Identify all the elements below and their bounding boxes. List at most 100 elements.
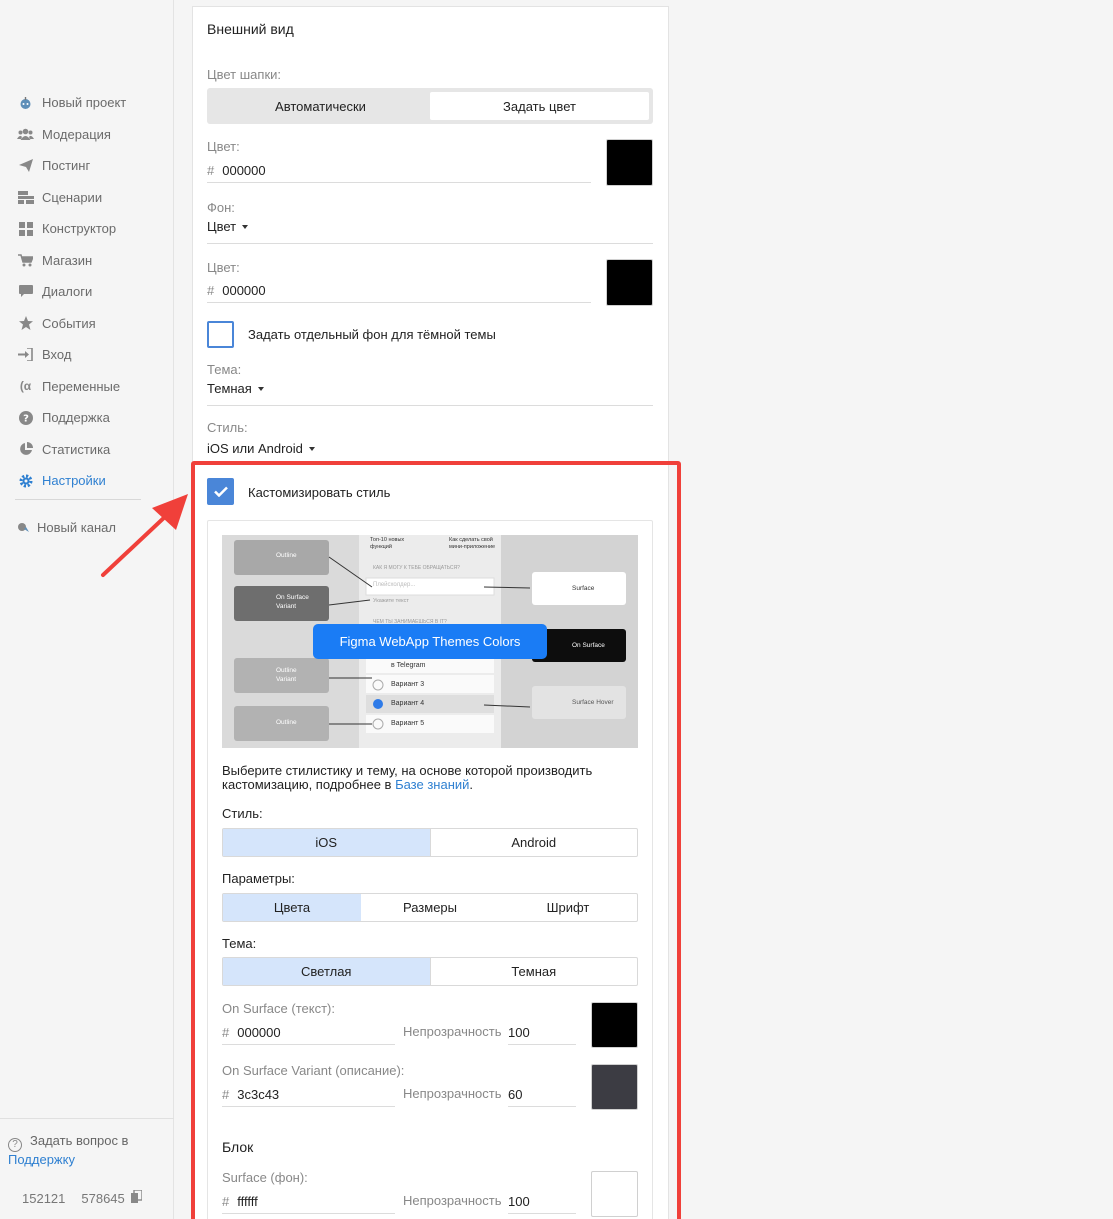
theme-light-button[interactable]: Светлая (223, 958, 431, 985)
caret-down-icon (242, 224, 249, 229)
bg-select[interactable]: Цвет (207, 219, 653, 244)
on-surface-field[interactable]: # 000000 (222, 1020, 395, 1045)
params-font-button[interactable]: Шрифт (499, 894, 637, 921)
preview-chip-outline-variant: Outline Variant (276, 667, 297, 683)
sidebar-item-label: Настройки (42, 473, 106, 489)
sidebar-item-label: События (42, 315, 96, 331)
copy-icon[interactable] (130, 1189, 143, 1206)
color2-label: Цвет: (207, 260, 240, 275)
preview-top-left: Топ-10 новых функций (370, 537, 405, 550)
preview-hint: Укажите текст (373, 598, 409, 604)
custom-style-label: Стиль: (222, 806, 263, 821)
custom-style-toggle: iOS Android (222, 828, 638, 857)
theme-select[interactable]: Темная (207, 381, 653, 406)
surface-input: ffffff (237, 1193, 258, 1209)
customize-style-label: Кастомизировать стиль (248, 485, 391, 500)
surface-field[interactable]: # ffffff (222, 1189, 395, 1214)
sidebar-item-shop[interactable]: Магазин (0, 245, 174, 277)
params-toggle: Цвета Размеры Шрифт (222, 893, 638, 922)
on-surface-input: 000000 (237, 1024, 281, 1040)
dark-bg-checkbox[interactable] (207, 321, 234, 348)
on-surface-variant-swatch[interactable] (591, 1064, 638, 1110)
on-surface-variant-input: 3c3c43 (237, 1086, 280, 1102)
bg-select-value: Цвет (207, 219, 237, 234)
sidebar-item-statistics[interactable]: Статистика (0, 434, 174, 466)
sidebar-item-label: Магазин (42, 252, 93, 268)
sidebar: Новый проект Модерация Постинг Сценарии … (0, 0, 174, 1219)
custom-theme-toggle: Светлая Темная (222, 957, 638, 986)
grid-icon (17, 221, 34, 236)
sidebar-item-support[interactable]: ? Поддержка (0, 402, 174, 434)
description-end: . (469, 777, 474, 792)
color2-swatch[interactable] (606, 259, 653, 306)
block-title: Блок (222, 1139, 254, 1155)
theme-select-value: Темная (207, 381, 252, 396)
params-sizes-button[interactable]: Размеры (361, 894, 499, 921)
header-color-set-button[interactable]: Задать цвет (430, 92, 649, 120)
header-color-toggle: Автоматически Задать цвет (207, 88, 653, 124)
params-label: Параметры: (222, 871, 295, 886)
gear-icon (17, 474, 34, 488)
on-surface-variant-field[interactable]: # 3c3c43 (222, 1082, 395, 1107)
sidebar-item-scenarios[interactable]: Сценарии (0, 182, 174, 214)
sidebar-bottom-divider (0, 1118, 174, 1119)
custom-theme-label: Тема: (222, 936, 257, 951)
sidebar-item-label: Модерация (42, 126, 111, 142)
customize-style-checkbox[interactable] (207, 478, 234, 505)
sidebar-nav: Новый проект Модерация Постинг Сценарии … (0, 87, 174, 497)
knowledge-base-link[interactable]: Базе знаний (395, 777, 469, 792)
help-support-link[interactable]: Поддержку (8, 1152, 75, 1167)
params-colors-button[interactable]: Цвета (223, 894, 361, 921)
theme-dark-button[interactable]: Темная (431, 958, 638, 985)
surface-opacity-field[interactable]: 100 (508, 1189, 576, 1214)
sidebar-item-moderation[interactable]: Модерация (0, 119, 174, 151)
check-icon (213, 486, 228, 497)
surface-label: Surface (фон): (222, 1170, 308, 1185)
sidebar-item-label: Постинг (42, 158, 91, 174)
sidebar-item-label: Конструктор (42, 221, 117, 237)
on-surface-swatch[interactable] (591, 1002, 638, 1048)
customization-description: Выберите стилистику и тему, на основе ко… (222, 764, 632, 792)
sidebar-item-login[interactable]: Вход (0, 339, 174, 371)
dark-bg-checkbox-label: Задать отдельный фон для тёмной темы (248, 327, 496, 342)
hash-prefix: # (207, 282, 215, 298)
preview-option-3: Вариант 4 (391, 700, 425, 707)
color-swatch[interactable] (606, 139, 653, 186)
sidebar-item-variables[interactable]: (α Переменные (0, 371, 174, 403)
style-select[interactable]: iOS или Android (207, 441, 315, 456)
bg-label: Фон: (207, 200, 235, 215)
surface-swatch[interactable] (591, 1171, 638, 1217)
sidebar-item-label: Диалоги (42, 284, 93, 300)
on-surface-opacity-field[interactable]: 100 (508, 1020, 576, 1045)
theme-preview-image: Figma WebApp Themes Colors Outline On Su… (222, 535, 638, 748)
users-icon (17, 127, 34, 141)
hash-prefix: # (222, 1193, 230, 1209)
caret-down-icon (257, 386, 264, 391)
opacity-label: Непрозрачность (403, 1024, 502, 1039)
preview-option-4: Вариант 5 (391, 720, 425, 727)
on-surface-variant-opacity-field[interactable]: 60 (508, 1082, 576, 1107)
style-select-value: iOS или Android (207, 441, 303, 456)
sidebar-item-events[interactable]: События (0, 308, 174, 340)
opacity-label: Непрозрачность (403, 1193, 502, 1208)
color2-field[interactable]: # 000000 (207, 278, 591, 303)
chat-icon (17, 285, 34, 299)
appearance-title: Внешний вид (207, 21, 294, 37)
sidebar-item-label: Переменные (42, 378, 121, 394)
style-ios-button[interactable]: iOS (223, 829, 431, 856)
caret-down-icon (308, 446, 315, 451)
preview-chip-surface-hover: Surface Hover (572, 699, 614, 706)
header-color-auto-button[interactable]: Автоматически (211, 92, 430, 120)
color-field[interactable]: # 000000 (207, 158, 591, 183)
sidebar-item-new-project[interactable]: Новый проект (0, 87, 174, 119)
style-android-button[interactable]: Android (431, 829, 638, 856)
preview-option-2: Вариант 3 (391, 681, 425, 688)
help-text: Задать вопрос в (30, 1133, 129, 1148)
on-surface-opacity-input: 100 (508, 1024, 530, 1040)
sidebar-item-dialogs[interactable]: Диалоги (0, 276, 174, 308)
color-input: 000000 (222, 162, 266, 178)
preview-option-1: в Telegram (391, 662, 426, 669)
sidebar-item-constructor[interactable]: Конструктор (0, 213, 174, 245)
sidebar-item-posting[interactable]: Постинг (0, 150, 174, 182)
sidebar-item-label: Статистика (42, 441, 111, 457)
